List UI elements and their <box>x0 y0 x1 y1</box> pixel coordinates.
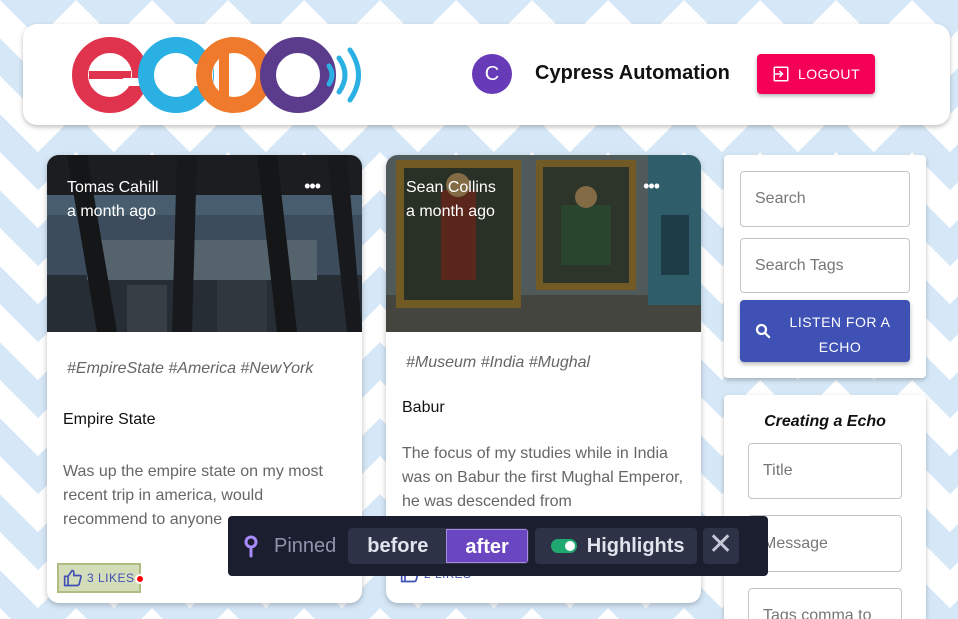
more-options-icon[interactable]: ••• <box>643 177 660 195</box>
logout-label: LOGOUT <box>797 66 861 82</box>
tags-input[interactable] <box>748 588 902 619</box>
search-tags-input[interactable] <box>740 238 910 293</box>
message-input[interactable] <box>748 515 902 572</box>
thumb-up-icon <box>63 569 82 587</box>
post-image: Tomas Cahill a month ago ••• <box>47 155 362 332</box>
logout-icon <box>773 66 789 82</box>
post-title: Empire State <box>63 411 156 428</box>
post-tags: #Museum #India #Mughal <box>406 354 591 371</box>
toggle-switch-icon <box>550 539 577 553</box>
post-time: a month ago <box>406 203 495 220</box>
post-tags: #EmpireState #America #NewYork <box>67 360 314 377</box>
highlights-toggle[interactable]: Highlights <box>534 528 697 564</box>
like-button[interactable]: 3 LIKES <box>57 563 145 593</box>
create-heading: Creating a Echo <box>764 413 886 430</box>
username: Cypress Automation <box>535 62 730 84</box>
search-input[interactable] <box>740 171 910 227</box>
after-button[interactable]: after <box>446 529 528 563</box>
listen-button[interactable]: LISTEN FOR A ECHO <box>740 300 910 362</box>
close-icon[interactable]: ✕ <box>702 528 739 564</box>
post-message: The focus of my studies while in India w… <box>402 445 684 510</box>
snapshot-toggle: before after <box>348 528 529 564</box>
like-count: 3 LIKES <box>87 571 135 585</box>
pin-icon <box>244 535 258 558</box>
post-author: Tomas Cahill <box>67 179 159 196</box>
echo-logo <box>72 37 361 113</box>
listen-label: LISTEN FOR A ECHO <box>789 314 891 355</box>
title-input[interactable] <box>748 443 902 499</box>
pinned-snapshot-bar: Pinned before after Highlights ✕ <box>228 516 768 576</box>
post-time: a month ago <box>67 203 156 220</box>
before-button[interactable]: before <box>349 529 447 563</box>
logout-button[interactable]: LOGOUT <box>757 54 875 94</box>
app-header: C Cypress Automation LOGOUT <box>23 24 950 125</box>
highlights-label: Highlights <box>586 534 685 557</box>
post-author: Sean Collins <box>406 179 496 196</box>
post-image: Sean Collins a month ago ••• <box>386 155 701 332</box>
create-echo-panel: Creating a Echo <box>724 395 926 619</box>
post-title: Babur <box>402 399 445 416</box>
pinned-label: Pinned <box>274 534 337 557</box>
search-panel: LISTEN FOR A ECHO <box>724 155 926 378</box>
click-indicator <box>134 574 145 584</box>
avatar: C <box>472 54 512 94</box>
more-options-icon[interactable]: ••• <box>304 177 321 195</box>
search-icon <box>755 323 771 339</box>
